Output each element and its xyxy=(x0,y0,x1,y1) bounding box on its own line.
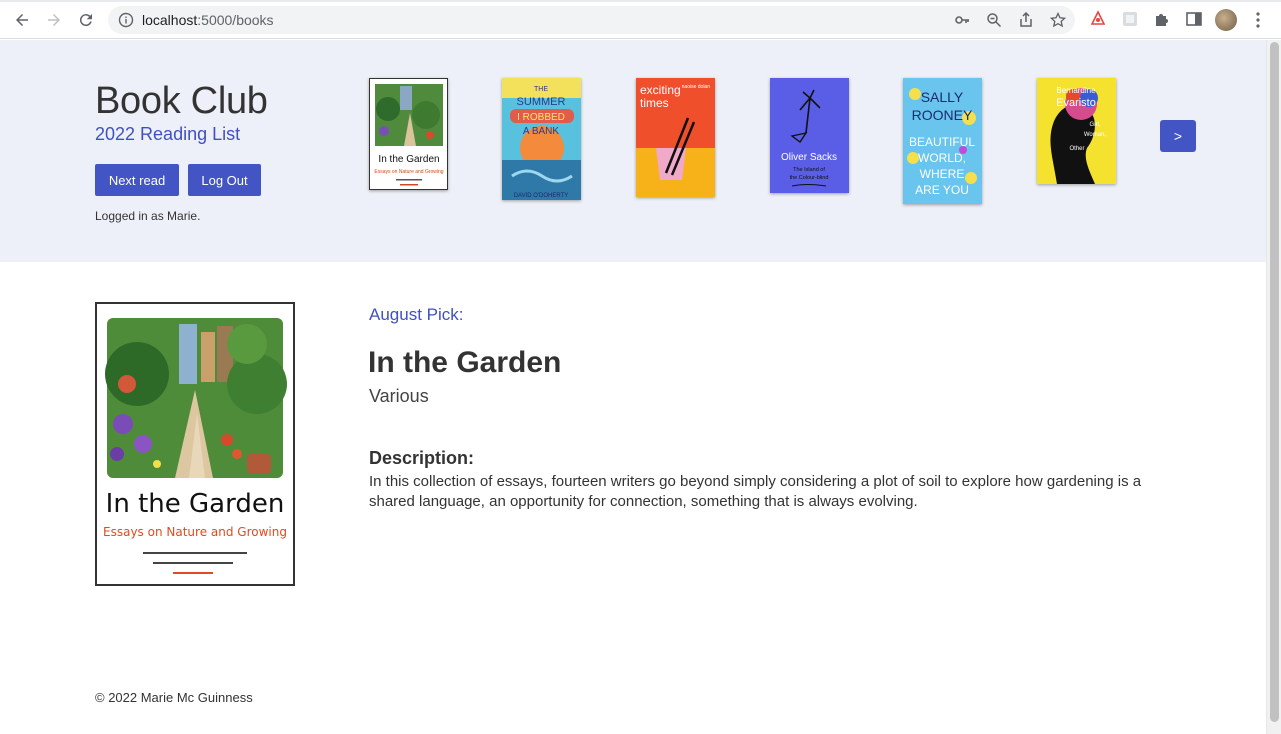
reload-button[interactable] xyxy=(74,8,98,32)
next-read-button[interactable]: Next read xyxy=(95,164,179,196)
hero-banner: Book Club 2022 Reading List Next read Lo… xyxy=(0,40,1266,262)
svg-text:DAVID O'DOHERTY: DAVID O'DOHERTY xyxy=(514,193,569,199)
carousel-cover-oliver-sacks[interactable]: Oliver Sacks The Island of the Colour-bl… xyxy=(770,78,849,193)
svg-text:A BANK: A BANK xyxy=(523,126,559,137)
featured-book-cover: In the Garden Essays on Nature and Growi… xyxy=(95,302,295,586)
back-arrow-icon xyxy=(16,14,28,26)
footer-copyright: © 2022 Marie Mc Guinness xyxy=(95,690,253,705)
svg-text:ROONEY: ROONEY xyxy=(912,107,973,123)
cover-art-in-the-garden: In the Garden Essays on Nature and Growi… xyxy=(374,84,444,186)
svg-text:In the Garden: In the Garden xyxy=(378,154,439,165)
svg-text:the Colour-blind: the Colour-blind xyxy=(790,175,829,181)
carousel-cover-beautiful-world[interactable]: SALLY ROONEY BEAUTIFUL WORLD, WHERE ARE … xyxy=(903,78,982,204)
profile-avatar[interactable] xyxy=(1215,9,1237,31)
carousel-next-button[interactable]: > xyxy=(1160,120,1196,152)
info-icon[interactable] xyxy=(118,12,134,28)
logged-in-status: Logged in as Marie. xyxy=(95,209,201,223)
key-icon[interactable] xyxy=(954,12,970,28)
scrollbar-thumb[interactable] xyxy=(1270,42,1279,722)
svg-text:The Island of: The Island of xyxy=(793,167,825,173)
svg-text:Other: Other xyxy=(1069,146,1084,152)
svg-text:In the Garden: In the Garden xyxy=(106,489,285,519)
svg-text:Evaristo: Evaristo xyxy=(1056,97,1096,109)
carousel-cover-exciting-times[interactable]: exciting times naoise dolan xyxy=(636,78,715,197)
svg-text:THE: THE xyxy=(534,86,548,93)
svg-text:exciting: exciting xyxy=(640,83,681,97)
puzzle-extensions-icon[interactable] xyxy=(1153,10,1171,28)
svg-text:SALLY: SALLY xyxy=(921,89,964,105)
svg-text:ARE YOU: ARE YOU xyxy=(915,183,969,197)
share-icon[interactable] xyxy=(1018,12,1034,28)
description-heading: Description: xyxy=(369,448,475,468)
cover-art-oliver-sacks: Oliver Sacks The Island of the Colour-bl… xyxy=(770,78,849,193)
svg-text:Oliver Sacks: Oliver Sacks xyxy=(781,152,837,163)
reload-icon xyxy=(79,14,92,27)
carousel-cover-in-the-garden[interactable]: In the Garden Essays on Nature and Growi… xyxy=(369,78,448,190)
url-path: :5000/books xyxy=(197,12,274,28)
cover-art-exciting-times: exciting times naoise dolan xyxy=(636,78,715,197)
svg-text:BEAUTIFUL: BEAUTIFUL xyxy=(909,135,975,149)
svg-text:I ROBBED: I ROBBED xyxy=(517,112,565,123)
carousel-cover-summer-robbed-bank[interactable]: THE SUMMER I ROBBED A BANK DAVID O'DOHER… xyxy=(502,78,581,200)
more-menu-icon[interactable] xyxy=(1250,10,1266,30)
svg-text:Essays on Nature and Growing: Essays on Nature and Growing xyxy=(103,525,287,539)
svg-text:WORLD,: WORLD, xyxy=(918,151,966,165)
back-button[interactable] xyxy=(10,8,34,32)
zoom-icon[interactable] xyxy=(986,12,1002,28)
page-scrollbar[interactable] xyxy=(1266,40,1281,734)
forward-arrow-icon xyxy=(48,14,60,26)
svg-text:times: times xyxy=(640,96,669,110)
address-bar[interactable]: localhost:5000/books xyxy=(108,6,1075,34)
browser-toolbar: localhost:5000/books xyxy=(0,0,1281,39)
svg-text:SUMMER: SUMMER xyxy=(517,96,566,108)
extension-red-icon[interactable] xyxy=(1089,10,1107,28)
description-text: In this collection of essays, fourteen w… xyxy=(369,473,1142,510)
pick-month-label: August Pick: xyxy=(369,305,464,324)
cover-art-beautiful-world: SALLY ROONEY BEAUTIFUL WORLD, WHERE ARE … xyxy=(903,78,982,204)
svg-text:Woman,: Woman, xyxy=(1084,132,1107,138)
bookmark-star-icon[interactable] xyxy=(1050,12,1066,28)
svg-text:WHERE: WHERE xyxy=(920,167,965,181)
svg-text:naoise dolan: naoise dolan xyxy=(682,84,711,90)
featured-cover-art: In the Garden Essays on Nature and Growi… xyxy=(103,318,287,574)
url-host: localhost xyxy=(142,12,198,28)
log-out-button[interactable]: Log Out xyxy=(188,164,261,196)
svg-text:Essays on Nature and Growing: Essays on Nature and Growing xyxy=(374,169,443,175)
carousel-cover-girl-woman-other[interactable]: Bernardine Evaristo Girl, Woman, Other xyxy=(1037,78,1116,184)
cover-art-girl-woman-other: Bernardine Evaristo Girl, Woman, Other xyxy=(1037,78,1116,184)
page-content: Book Club 2022 Reading List Next read Lo… xyxy=(0,40,1266,734)
tab-strip-edge xyxy=(0,0,1281,2)
extension-grey-icon[interactable] xyxy=(1121,10,1139,28)
svg-text:Bernardine: Bernardine xyxy=(1056,86,1096,95)
svg-text:Girl,: Girl, xyxy=(1090,122,1101,128)
site-subtitle: 2022 Reading List xyxy=(95,124,241,144)
cover-art-summer-robbed-bank: THE SUMMER I ROBBED A BANK DAVID O'DOHER… xyxy=(502,78,581,200)
forward-button[interactable] xyxy=(42,8,66,32)
side-panel-icon[interactable] xyxy=(1185,10,1203,28)
featured-book-title: In the Garden xyxy=(368,346,562,379)
featured-book-author: Various xyxy=(369,386,429,406)
url-text[interactable]: localhost:5000/books xyxy=(142,12,274,28)
site-title: Book Club xyxy=(95,80,268,122)
